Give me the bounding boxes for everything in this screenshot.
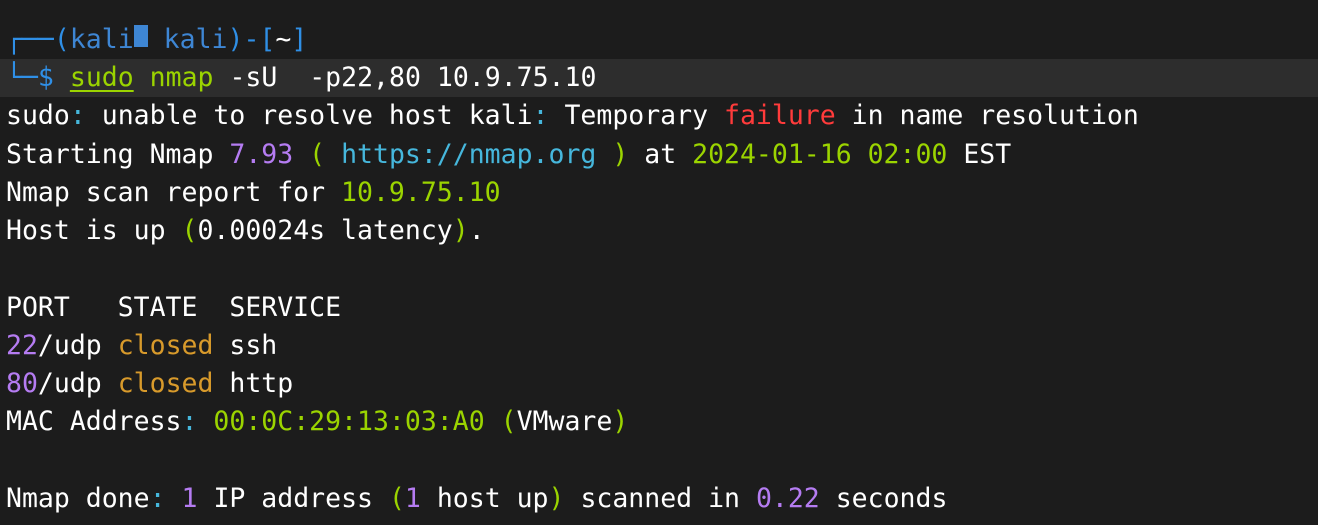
prompt-host: kali	[163, 24, 228, 55]
prompt-corner-top: ┌──	[6, 24, 54, 55]
text-colon-2: :	[532, 100, 549, 131]
output-line-host-up: Host is up (0.00024s latency).	[6, 212, 485, 250]
port-state: closed	[117, 330, 214, 361]
output-line-resolve-error: sudo: unable to resolve host kali: Tempo…	[6, 97, 1139, 135]
text-paren-open-2: (	[181, 215, 198, 246]
text-temporary: Temporary	[548, 100, 724, 131]
text-ip-count: 1	[181, 483, 198, 514]
text-mac-address: 00:0C:29:13:03:A0	[213, 406, 485, 437]
text-timezone: EST	[947, 139, 1012, 170]
terminal-window[interactable]: ┌──(kali kali)-[~] └─$ sudo nmap -sU -p22…	[0, 0, 1318, 525]
text-paren-open-3: (	[484, 406, 517, 437]
command-args: -sU -p22,80	[229, 62, 421, 93]
output-line-starting: Starting Nmap 7.93 ( https://nmap.org ) …	[6, 136, 1011, 174]
text-nmap-url: https://nmap.org	[341, 139, 597, 170]
port-number: 22	[6, 330, 38, 361]
text-nmap-version: 7.93	[229, 139, 294, 170]
text-nmap-done: Nmap done	[6, 483, 150, 514]
text-host-up: host up	[420, 483, 549, 514]
text-latency: 0.00024s latency	[197, 215, 453, 246]
text-colon: :	[69, 100, 86, 131]
text-paren-close-4: )	[548, 483, 565, 514]
table-header: PORT STATE SERVICE	[6, 292, 342, 323]
text-failure: failure	[724, 100, 836, 131]
text-mac-label: MAC Address	[6, 406, 182, 437]
command-line[interactable]: └─$ sudo nmap -sU -p22,80 10.9.75.10	[6, 59, 596, 97]
port-number: 80	[6, 368, 38, 399]
command-sudo: sudo	[69, 62, 134, 93]
text-sudo: sudo	[6, 100, 70, 131]
output-line-done: Nmap done: 1 IP address (1 host up) scan…	[6, 480, 947, 518]
text-paren-close: )	[596, 139, 645, 170]
text-colon-3: :	[181, 406, 214, 437]
text-paren-open-4: (	[388, 483, 405, 514]
table-row: 80/udp closed http	[6, 365, 293, 403]
text-host-is-up: Host is up	[6, 215, 182, 246]
skull-icon	[133, 24, 148, 47]
text-report-for: Nmap scan report for	[6, 177, 342, 208]
text-name-resolution: in name resolution	[835, 100, 1139, 131]
text-colon-4: :	[149, 483, 182, 514]
text-duration: 0.22	[755, 483, 820, 514]
port-service: http	[213, 368, 294, 399]
text-starting-nmap: Starting Nmap	[6, 139, 230, 170]
output-line-mac: MAC Address: 00:0C:29:13:03:A0 (VMware)	[6, 403, 628, 441]
prompt-close-paren: )-[	[227, 24, 276, 55]
port-service: ssh	[213, 330, 278, 361]
text-paren-close-3: )	[612, 406, 629, 437]
prompt-directory: ~	[275, 24, 292, 55]
prompt-header-line: ┌──(kali kali)-[~]	[6, 21, 307, 59]
text-ip-address: IP address	[197, 483, 389, 514]
prompt-close-bracket: ]	[291, 24, 308, 55]
text-vendor: VMware	[516, 406, 613, 437]
text-paren-open: (	[293, 139, 342, 170]
port-protocol: /udp	[37, 330, 118, 361]
text-seconds: seconds	[819, 483, 948, 514]
text-unable-resolve: unable to resolve host kali	[85, 100, 533, 131]
prompt-user: kali	[69, 24, 134, 55]
text-host-count: 1	[404, 483, 421, 514]
text-scanned-in: scanned in	[564, 483, 756, 514]
prompt-open-paren: (	[53, 24, 70, 55]
table-row: 22/udp closed ssh	[6, 327, 277, 365]
output-line-report: Nmap scan report for 10.9.75.10	[6, 174, 501, 212]
text-paren-close-2: )	[452, 215, 469, 246]
text-period: .	[468, 215, 485, 246]
text-timestamp: 2024-01-16 02:00	[692, 139, 948, 170]
text-report-ip: 10.9.75.10	[341, 177, 501, 208]
port-protocol: /udp	[37, 368, 118, 399]
text-at: at	[644, 139, 693, 170]
command-nmap: nmap	[149, 62, 214, 93]
command-target: 10.9.75.10	[436, 62, 597, 93]
port-state: closed	[117, 368, 214, 399]
prompt-dollar: $	[37, 62, 54, 93]
prompt-corner-bottom: └─	[6, 62, 38, 93]
